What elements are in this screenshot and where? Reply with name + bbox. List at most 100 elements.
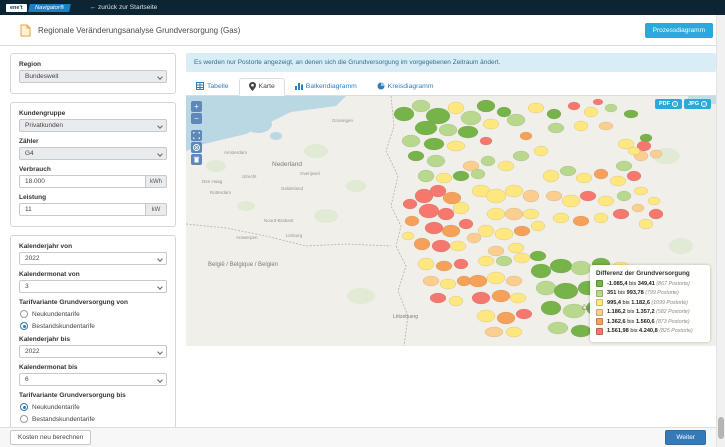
bar-chart-icon <box>295 82 303 90</box>
recalculate-button[interactable]: Kosten neu berechnen <box>10 430 91 445</box>
chevron-down-icon <box>157 74 163 80</box>
legend-swatch <box>596 318 603 325</box>
expand-icon <box>193 132 200 139</box>
circle-cross-icon <box>193 144 200 151</box>
kalendermonat-bis-label: Kalendermonat bis <box>19 364 167 371</box>
radio-label: Bestandskundentarife <box>32 323 95 330</box>
tab-tabelle[interactable]: Tabelle <box>186 78 239 95</box>
chevron-down-icon <box>157 123 163 129</box>
svg-text:Antwerpen: Antwerpen <box>236 235 258 240</box>
legend-swatch <box>596 328 603 335</box>
svg-text:Gelderland: Gelderland <box>281 186 304 191</box>
brand-logo: ene't <box>6 4 27 12</box>
kalenderjahr-bis-value: 2022 <box>25 348 39 355</box>
verbrauch-input[interactable] <box>19 175 145 188</box>
legend-count: (1099 Postorte) <box>650 300 688 306</box>
map-canvas[interactable]: NederlandGroningenOverijsselGelderlandAm… <box>186 96 716 346</box>
export-pdf-button[interactable]: PDF ↓ <box>655 99 682 109</box>
tarif-bis-option-neukunden[interactable]: Neukundentarife <box>20 403 167 411</box>
tab-karte[interactable]: Karte <box>239 78 285 96</box>
next-button[interactable]: Weiter <box>665 430 706 445</box>
chevron-down-icon <box>157 284 163 290</box>
leistung-input[interactable] <box>19 203 145 216</box>
app-window: ene't Navigator® ← zurück zur Startseite… <box>0 0 725 447</box>
tab-bar: Tabelle Karte Balkendiagramm <box>186 79 716 96</box>
export-pdf-label: PDF <box>659 101 670 107</box>
tab-balkendiagramm[interactable]: Balkendiagramm <box>285 78 367 95</box>
kalenderjahr-von-select[interactable]: 2022 <box>19 252 167 265</box>
tab-label: Kreisdiagramm <box>388 83 434 90</box>
region-select[interactable]: Bundesweit <box>19 70 167 83</box>
tarif-bis-option-bestandskunden[interactable]: Bestandskundentarife <box>20 415 167 423</box>
verbrauch-unit: kWh <box>145 175 167 188</box>
process-diagram-button[interactable]: Prozessdiagramm <box>645 23 713 38</box>
kalendermonat-von-value: 3 <box>25 283 29 290</box>
svg-text:België / Belgique / Belgien: België / Belgique / Belgien <box>208 262 278 268</box>
fullscreen-button[interactable] <box>191 130 202 141</box>
kalendermonat-bis-value: 6 <box>25 376 29 383</box>
svg-text:Overijssel: Overijssel <box>300 171 320 176</box>
scrollbar-thumb[interactable] <box>718 417 724 439</box>
svg-text:Lëtzebuerg: Lëtzebuerg <box>393 314 418 320</box>
svg-text:Nederland: Nederland <box>272 161 302 168</box>
radio-label: Neukundentarife <box>32 404 80 411</box>
pie-chart-icon <box>377 82 385 90</box>
svg-text:Noord-Brabant: Noord-Brabant <box>264 218 294 223</box>
tab-kreisdiagramm[interactable]: Kreisdiagramm <box>367 78 444 95</box>
delete-button[interactable] <box>191 154 202 165</box>
tarif-von-option-bestandskunden[interactable]: Bestandskundentarife <box>20 322 167 330</box>
zoom-in-button[interactable]: + <box>191 101 202 112</box>
legend-row: 1.561,98 bis 4.240,8 (825 Postorte) <box>596 328 704 335</box>
map-tool-controls <box>191 130 202 165</box>
legend-range: 1.362,6 bis 1.560,6 (873 Postorte) <box>607 319 690 325</box>
region-value: Bundesweit <box>25 73 59 80</box>
kalendermonat-bis-select[interactable]: 6 <box>19 373 167 386</box>
radio-icon <box>20 415 28 423</box>
region-panel: Region Bundesweit <box>10 53 176 94</box>
svg-text:Den Haag: Den Haag <box>202 179 223 184</box>
legend-range: 1.186,2 bis 1.357,2 (582 Postorte) <box>607 309 690 315</box>
export-jpg-label: JPG <box>688 101 699 107</box>
legend-range: 995,4 bis 1.182,6 (1099 Postorte) <box>607 300 688 306</box>
legend-count: (799 Postorte) <box>644 290 679 296</box>
map-legend: Differenz der Grundversorgung -1.085,4 b… <box>590 265 710 342</box>
kundengruppe-select[interactable]: Privatkunden <box>19 119 167 132</box>
verbrauch-label: Verbrauch <box>19 166 167 173</box>
kalenderjahr-von-value: 2022 <box>25 255 39 262</box>
tarif-von-option-neukunden[interactable]: Neukundentarife <box>20 310 167 318</box>
tarif-bis-label: Tarifvariante Grundversorgung bis <box>19 392 167 399</box>
legend-range: 1.561,98 bis 4.240,8 (825 Postorte) <box>607 328 693 334</box>
tarif-von-label: Tarifvariante Grundversorgung von <box>19 299 167 306</box>
consumption-panel: Kundengruppe Privatkunden Zähler G4 Verb… <box>10 102 176 227</box>
top-nav: ene't Navigator® ← zurück zur Startseite <box>0 0 725 15</box>
map-pin-icon <box>249 82 256 91</box>
export-jpg-button[interactable]: JPG ↓ <box>684 99 711 109</box>
radio-label: Neukundentarife <box>32 311 80 318</box>
back-to-start-link[interactable]: ← zurück zur Startseite <box>90 4 158 11</box>
document-icon <box>20 24 31 37</box>
map-zoom-controls: + − <box>191 101 202 124</box>
zoom-out-button[interactable]: − <box>191 113 202 124</box>
legend-swatch <box>596 290 603 297</box>
map-export-buttons: PDF ↓ JPG ↓ <box>655 99 711 109</box>
download-icon: ↓ <box>701 101 707 107</box>
region-label: Region <box>19 61 167 68</box>
svg-text:Limburg: Limburg <box>286 233 303 238</box>
kalenderjahr-bis-select[interactable]: 2022 <box>19 345 167 358</box>
radio-selected-icon <box>20 322 28 330</box>
download-icon: ↓ <box>672 101 678 107</box>
zaehler-select[interactable]: G4 <box>19 147 167 160</box>
info-alert: Es werden nur Postorte angezeigt, an den… <box>186 53 716 72</box>
svg-text:Rotterdam: Rotterdam <box>210 190 231 195</box>
legend-count: (582 Postorte) <box>655 309 690 315</box>
clear-selection-button[interactable] <box>191 142 202 153</box>
leistung-label: Leistung <box>19 194 167 201</box>
tab-label: Karte <box>259 83 275 90</box>
trash-icon <box>193 156 200 163</box>
legend-count: (873 Postorte) <box>655 319 690 325</box>
radio-icon <box>20 310 28 318</box>
kalendermonat-von-select[interactable]: 3 <box>19 280 167 293</box>
vertical-scrollbar[interactable] <box>716 15 725 447</box>
legend-row: 351 bis 993,78 (799 Postorte) <box>596 290 704 297</box>
svg-text:Amsterdam: Amsterdam <box>224 150 247 155</box>
